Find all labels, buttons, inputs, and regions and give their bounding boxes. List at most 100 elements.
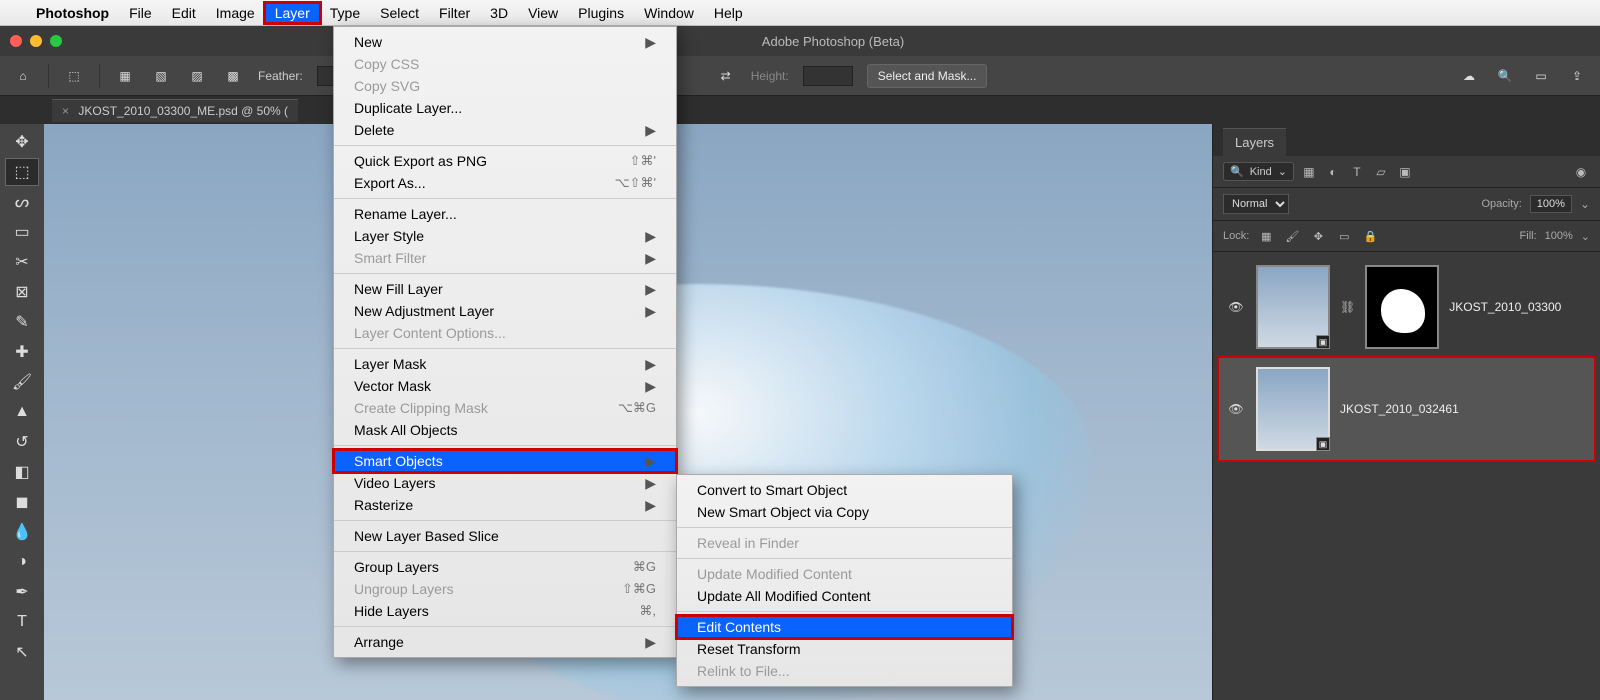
menu-item-new-layer-based-slice[interactable]: New Layer Based Slice <box>334 525 676 547</box>
lock-position-icon[interactable]: ✥ <box>1309 227 1327 245</box>
zoom-window-icon[interactable] <box>50 35 62 47</box>
eyedropper-tool-icon[interactable]: ✎ <box>5 308 39 336</box>
menu-3d[interactable]: 3D <box>480 3 518 23</box>
swap-dimensions-icon[interactable]: ⇄ <box>715 65 737 87</box>
lock-transparency-icon[interactable]: ▦ <box>1257 227 1275 245</box>
move-tool-icon[interactable]: ✥ <box>5 128 39 156</box>
lasso-tool-icon[interactable]: ᔕ <box>5 188 39 216</box>
healing-tool-icon[interactable]: ✚ <box>5 338 39 366</box>
menu-item-delete[interactable]: Delete▶ <box>334 119 676 141</box>
submenu-item-convert-to-smart-object[interactable]: Convert to Smart Object <box>677 479 1012 501</box>
layer-name[interactable]: JKOST_2010_032461 <box>1340 402 1587 416</box>
menu-item-mask-all-objects[interactable]: Mask All Objects <box>334 419 676 441</box>
marquee-mode-icon[interactable]: ⬚ <box>63 65 85 87</box>
height-input[interactable] <box>803 66 853 86</box>
menu-item-rasterize[interactable]: Rasterize▶ <box>334 494 676 516</box>
eraser-tool-icon[interactable]: ◧ <box>5 458 39 486</box>
menu-file[interactable]: File <box>119 3 162 23</box>
menu-item-duplicate-layer-[interactable]: Duplicate Layer... <box>334 97 676 119</box>
history-brush-tool-icon[interactable]: ↺ <box>5 428 39 456</box>
menu-item-hide-layers[interactable]: Hide Layers⌘, <box>334 600 676 622</box>
layer-thumbnail[interactable]: ▣ <box>1256 367 1330 451</box>
submenu-item-update-all-modified-content[interactable]: Update All Modified Content <box>677 585 1012 607</box>
submenu-item-new-smart-object-via-copy[interactable]: New Smart Object via Copy <box>677 501 1012 523</box>
menu-help[interactable]: Help <box>704 3 753 23</box>
menu-window[interactable]: Window <box>634 3 704 23</box>
menu-edit[interactable]: Edit <box>162 3 206 23</box>
select-and-mask-button[interactable]: Select and Mask... <box>867 64 988 88</box>
menu-image[interactable]: Image <box>206 3 265 23</box>
home-icon[interactable]: ⌂ <box>12 65 34 87</box>
dodge-tool-icon[interactable]: ◑ <box>5 548 39 576</box>
submenu-item-reset-transform[interactable]: Reset Transform <box>677 638 1012 660</box>
path-select-tool-icon[interactable]: ↖ <box>5 638 39 666</box>
menu-item-layer-style[interactable]: Layer Style▶ <box>334 225 676 247</box>
menu-item-video-layers[interactable]: Video Layers▶ <box>334 472 676 494</box>
menu-filter[interactable]: Filter <box>429 3 480 23</box>
filter-adjust-icon[interactable]: ◐ <box>1324 163 1342 181</box>
menu-item-vector-mask[interactable]: Vector Mask▶ <box>334 375 676 397</box>
layer-filter-kind[interactable]: 🔍 Kind ⌄ <box>1223 162 1294 181</box>
pen-tool-icon[interactable]: ✒ <box>5 578 39 606</box>
layer-thumbnail[interactable]: ▣ <box>1256 265 1330 349</box>
selection-subtract-icon[interactable]: ▨ <box>186 65 208 87</box>
stamp-tool-icon[interactable]: ▲ <box>5 398 39 426</box>
layer-name[interactable]: JKOST_2010_03300 <box>1449 300 1587 314</box>
frame-tool-icon[interactable]: ⊠ <box>5 278 39 306</box>
menu-item-layer-mask[interactable]: Layer Mask▶ <box>334 353 676 375</box>
menu-item-export-as-[interactable]: Export As...⌥⇧⌘' <box>334 172 676 194</box>
menu-item-new-fill-layer[interactable]: New Fill Layer▶ <box>334 278 676 300</box>
menu-item-rename-layer-[interactable]: Rename Layer... <box>334 203 676 225</box>
filter-toggle-icon[interactable]: ◉ <box>1572 163 1590 181</box>
layer-row[interactable]: 👁 ▣ JKOST_2010_032461 <box>1219 358 1594 460</box>
selection-add-icon[interactable]: ▧ <box>150 65 172 87</box>
app-menu[interactable]: Photoshop <box>26 3 119 23</box>
lock-artboard-icon[interactable]: ▭ <box>1335 227 1353 245</box>
gradient-tool-icon[interactable]: ◼ <box>5 488 39 516</box>
submenu-item-edit-contents[interactable]: Edit Contents <box>677 616 1012 638</box>
menu-layer[interactable]: Layer <box>265 3 320 23</box>
lock-paint-icon[interactable]: 🖌 <box>1283 227 1301 245</box>
type-tool-icon[interactable]: T <box>5 608 39 636</box>
layer-mask-thumbnail[interactable] <box>1365 265 1439 349</box>
menu-item-new[interactable]: New▶ <box>334 31 676 53</box>
workspace-icon[interactable]: ▭ <box>1530 65 1552 87</box>
close-tab-icon[interactable]: × <box>62 104 69 118</box>
visibility-icon[interactable]: 👁 <box>1226 300 1246 314</box>
filter-shape-icon[interactable]: ▱ <box>1372 163 1390 181</box>
brush-tool-icon[interactable]: 🖌 <box>5 368 39 396</box>
crop-tool-icon[interactable]: ✂ <box>5 248 39 276</box>
menu-select[interactable]: Select <box>370 3 429 23</box>
lock-all-icon[interactable]: 🔒 <box>1361 227 1379 245</box>
search-icon[interactable]: 🔍 <box>1494 65 1516 87</box>
visibility-icon[interactable]: 👁 <box>1226 402 1246 416</box>
close-window-icon[interactable] <box>10 35 22 47</box>
link-mask-icon[interactable]: ⛓ <box>1340 300 1355 314</box>
menu-item-smart-objects[interactable]: Smart Objects▶ <box>334 450 676 472</box>
selection-intersect-icon[interactable]: ▩ <box>222 65 244 87</box>
chevron-down-icon[interactable]: ⌄ <box>1580 197 1590 211</box>
fill-value[interactable]: 100% <box>1545 230 1573 242</box>
menu-item-quick-export-as-png[interactable]: Quick Export as PNG⇧⌘' <box>334 150 676 172</box>
blend-mode-select[interactable]: Normal <box>1223 194 1289 214</box>
opacity-value[interactable]: 100% <box>1530 195 1572 213</box>
menu-item-arrange[interactable]: Arrange▶ <box>334 631 676 653</box>
document-tab[interactable]: × JKOST_2010_03300_ME.psd @ 50% ( <box>52 99 298 122</box>
filter-type-icon[interactable]: T <box>1348 163 1366 181</box>
minimize-window-icon[interactable] <box>30 35 42 47</box>
marquee-tool-icon[interactable]: ⬚ <box>5 158 39 186</box>
menu-view[interactable]: View <box>518 3 568 23</box>
blur-tool-icon[interactable]: 💧 <box>5 518 39 546</box>
menu-plugins[interactable]: Plugins <box>568 3 634 23</box>
menu-item-group-layers[interactable]: Group Layers⌘G <box>334 556 676 578</box>
menu-type[interactable]: Type <box>320 3 370 23</box>
layers-panel-tab[interactable]: Layers <box>1223 128 1286 156</box>
share-icon[interactable]: ⇪ <box>1566 65 1588 87</box>
selection-new-icon[interactable]: ▦ <box>114 65 136 87</box>
cloud-user-icon[interactable]: ☁ <box>1458 65 1480 87</box>
menu-item-new-adjustment-layer[interactable]: New Adjustment Layer▶ <box>334 300 676 322</box>
filter-smart-icon[interactable]: ▣ <box>1396 163 1414 181</box>
chevron-down-icon[interactable]: ⌄ <box>1581 230 1590 243</box>
object-select-tool-icon[interactable]: ▭ <box>5 218 39 246</box>
filter-pixel-icon[interactable]: ▦ <box>1300 163 1318 181</box>
